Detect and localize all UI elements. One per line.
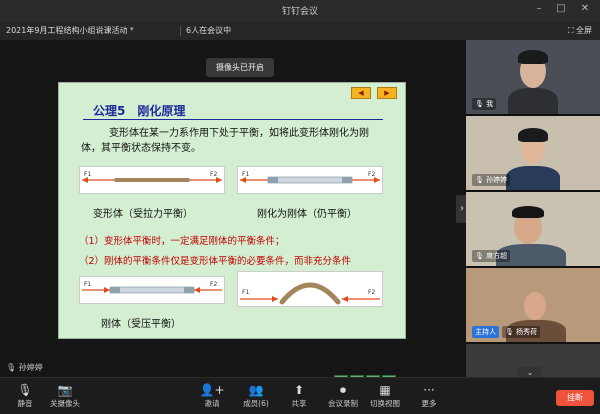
active-speaker: 🎙 孙婷婷	[6, 362, 43, 373]
participant-name: 🎙 孙婷婷	[472, 174, 511, 186]
chevron-down-icon[interactable]: ▾	[130, 25, 134, 33]
more-icon: ···	[423, 383, 435, 397]
label-rigid: 刚化为刚体（仍平衡）	[257, 209, 357, 220]
share-screen-icon: ⬆	[293, 383, 305, 397]
participant-name: 🎙 杨秀荷	[502, 326, 541, 338]
participant-tile[interactable]: 主持人 🎙 杨秀荷	[466, 268, 600, 344]
participant-tile[interactable]: 🎙 我	[466, 40, 600, 116]
switch-view-label: 切换视图	[370, 399, 400, 408]
meeting-name[interactable]: 2021年9月工程结构小组说课活动	[6, 25, 127, 36]
more-label: 更多	[421, 399, 437, 408]
camera-notice: 摄像头已开启	[206, 58, 274, 77]
microphone-icon: 🎙	[6, 363, 19, 372]
share-label: 共享	[291, 399, 307, 408]
minimize-icon[interactable]: –	[532, 3, 546, 14]
avatar	[518, 128, 548, 142]
condition-1: （1）变形体平衡时，一定满足刚体的平衡条件；	[79, 236, 285, 247]
force-label-f1: F1	[242, 171, 249, 178]
camera-icon: 📷	[57, 383, 73, 397]
add-user-icon: 👤+	[199, 383, 225, 397]
participant-tile[interactable]: 🎙 席方超	[466, 192, 600, 268]
more-button[interactable]: ··· 更多	[404, 382, 454, 409]
rigid-compression-figure: F1 F2	[82, 281, 222, 294]
fullscreen-label: 全屏	[576, 26, 592, 35]
participant-sidebar: 🎙 我 🎙 孙婷婷 🎙 席方超 主持人 🎙 杨秀荷	[466, 40, 600, 379]
shared-screen-stage: 摄像头已开启 ◀ ▶ 公理5 刚化原理 变形体在某一力系作用下处于平衡，如将此变形…	[0, 40, 466, 388]
rigid-bar-diagram: F1 F2	[237, 166, 383, 194]
force-label-f1: F1	[84, 281, 91, 288]
rope-tension-diagram: F1 F2	[79, 166, 225, 194]
slide-heading-title: 刚化原理	[137, 104, 186, 118]
close-icon[interactable]: ✕	[578, 3, 592, 14]
avatar	[524, 292, 546, 320]
avatar	[506, 166, 560, 190]
participant-name: 🎙 我	[472, 98, 497, 110]
invite-button[interactable]: 👤+ 邀请	[187, 382, 237, 409]
force-label-f1: F1	[242, 289, 249, 296]
active-speaker-name: 孙婷婷	[18, 363, 43, 372]
share-button[interactable]: ⬆ 共享	[274, 382, 324, 409]
avatar	[512, 206, 544, 218]
slide-prev-button[interactable]: ◀	[351, 87, 371, 99]
rope-tension-figure: F1 F2	[82, 171, 222, 183]
meeting-info-bar: 2021年9月工程结构小组说课活动 ▾ 6人在会议中 ⛶ 全屏	[0, 22, 600, 41]
switch-view-button[interactable]: ▦ 切换视图	[360, 382, 410, 409]
camera-button[interactable]: 📷 关摄像头	[40, 382, 90, 409]
window-title: 钉钉会议	[281, 7, 318, 17]
slide-paragraph: 变形体在某一力系作用下处于平衡，如将此变形体刚化为刚体，其平衡状态保持不变。	[81, 128, 369, 154]
invite-label: 邀请	[204, 399, 220, 408]
slide-heading: 公理5 刚化原理	[93, 102, 185, 119]
participant-name: 🎙 席方超	[472, 250, 511, 262]
camera-label: 关摄像头	[50, 399, 80, 408]
rigid-bar-figure: F1 F2	[240, 171, 380, 184]
title-bar: 钉钉会议 – □ ✕	[0, 0, 600, 22]
record-label: 会议录制	[328, 399, 358, 408]
label-rigid-compression: 刚体（受压平衡）	[101, 319, 181, 330]
meeting-toolbar: 🎙 静音 📷 关摄像头 👤+ 邀请 👥 成员(6) ⬆ 共享 ⏺ 会议录制 ▦ 切换视图 ··…	[0, 377, 600, 414]
maximize-icon[interactable]: □	[554, 3, 568, 14]
host-badge: 主持人	[472, 326, 499, 338]
fullscreen-icon: ⛶	[567, 26, 576, 35]
members-label: 成员(6)	[243, 399, 269, 408]
force-label-f2: F2	[210, 171, 217, 178]
label-deformable: 变形体（受拉力平衡）	[93, 209, 193, 220]
avatar	[518, 50, 548, 64]
slide-heading-number: 公理5	[93, 104, 126, 118]
arch-compression-diagram: F1 F2	[237, 271, 383, 307]
force-label-f2: F2	[210, 281, 217, 288]
mute-label: 静音	[17, 399, 33, 408]
leave-button[interactable]: 挂断	[556, 390, 594, 406]
fullscreen-button[interactable]: ⛶ 全屏	[568, 25, 592, 36]
avatar	[508, 88, 558, 114]
arch-figure: F1 F2	[240, 282, 380, 305]
force-label-f2: F2	[368, 171, 375, 178]
force-label-f1: F1	[84, 171, 91, 178]
rigid-compression-diagram: F1 F2	[79, 276, 225, 304]
divider	[180, 26, 181, 36]
slide-next-button[interactable]: ▶	[377, 87, 397, 99]
presentation-slide: ◀ ▶ 公理5 刚化原理 变形体在某一力系作用下处于平衡，如将此变形体刚化为刚体，…	[58, 82, 406, 388]
grid-view-icon: ▦	[379, 383, 391, 397]
force-label-f2: F2	[368, 289, 375, 296]
participant-tile[interactable]: 🎙 孙婷婷	[466, 116, 600, 192]
condition-2: （2）刚体的平衡条件仅是变形体平衡的必要条件，而非充分条件	[79, 256, 352, 267]
participant-count: 6人在会议中	[186, 26, 232, 35]
heading-underline	[83, 119, 383, 120]
